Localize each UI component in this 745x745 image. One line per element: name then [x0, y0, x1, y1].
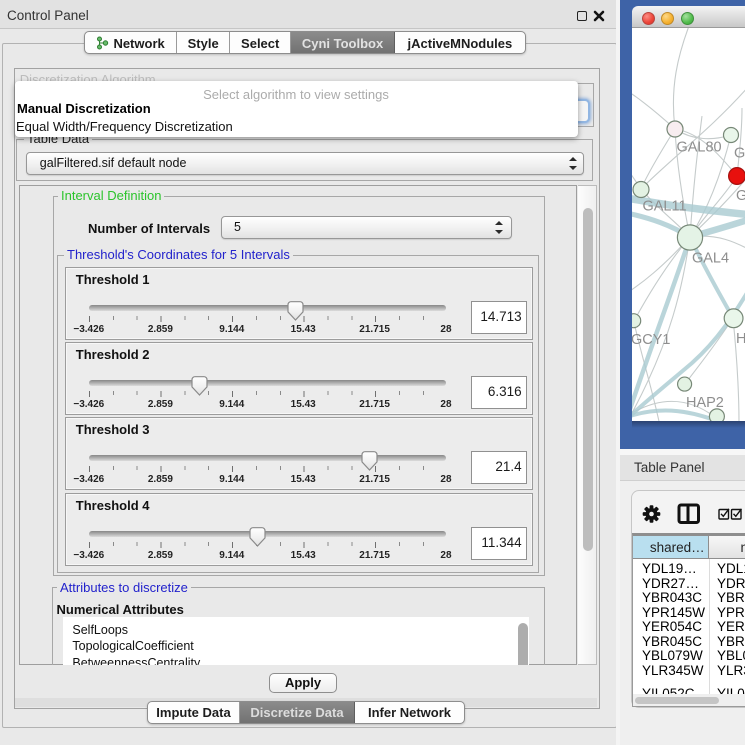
svg-text:HAP2: HAP2	[686, 395, 724, 411]
svg-text:GA: GA	[734, 146, 745, 162]
svg-text:GAL11: GAL11	[642, 198, 686, 214]
svg-text:HI: HI	[736, 331, 745, 347]
svg-text:GAL4: GAL4	[692, 250, 729, 266]
svg-text:G: G	[736, 188, 745, 204]
svg-text:GCY1: GCY1	[632, 332, 670, 348]
svg-text:GAL80: GAL80	[676, 140, 721, 156]
